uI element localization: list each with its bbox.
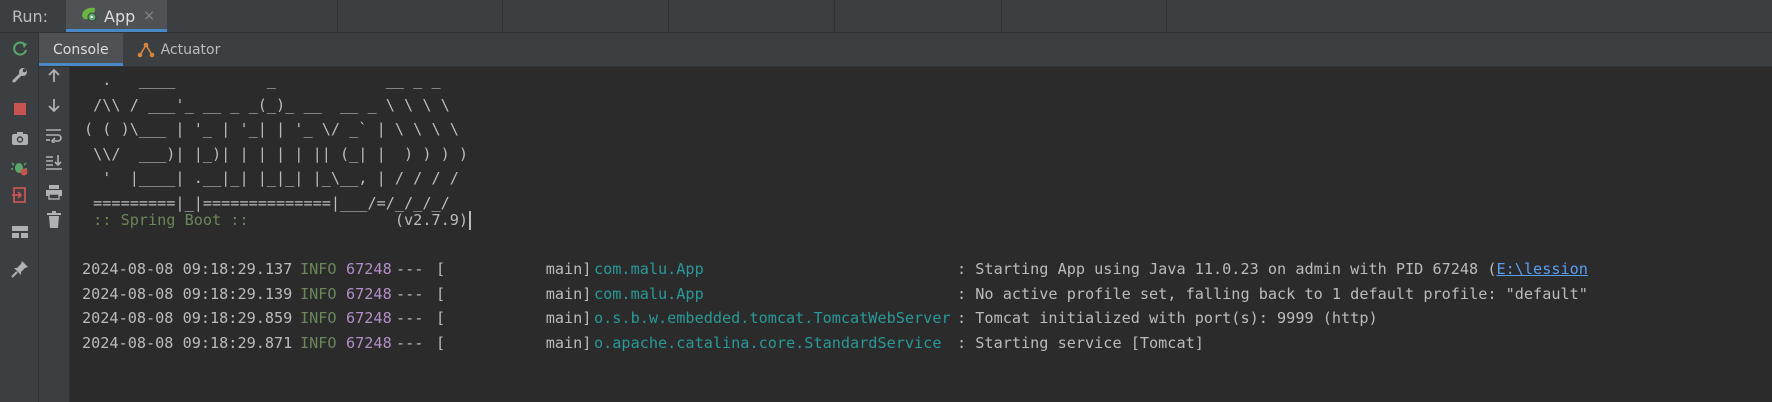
log-line: 2024-08-08 09:18:29.137 INFO 67248 --- [… (82, 257, 1772, 282)
toolbar-divider (834, 0, 835, 32)
log-separator: --- (396, 260, 424, 278)
debug-restore-icon[interactable] (8, 156, 32, 180)
spring-banner: . ____ _ __ _ _ /\\ / ___'_ __ _ _(_)_ _… (84, 71, 469, 212)
log-logger: com.malu.App (594, 260, 704, 278)
soft-wrap-icon[interactable] (42, 123, 66, 147)
spring-boot-version-line: :: Spring Boot :: (v2.7.9) (84, 208, 472, 233)
log-thread: [ main] (436, 260, 592, 278)
log-line: 2024-08-08 09:18:29.859 INFO 67248 --- [… (82, 306, 1772, 331)
log-timestamp: 2024-08-08 09:18:29.137 (82, 260, 293, 278)
camera-icon[interactable] (8, 126, 32, 150)
toolbar-divider (337, 0, 338, 32)
scroll-to-end-icon[interactable] (42, 150, 66, 174)
tab-console-label: Console (53, 41, 109, 58)
tab-actuator-label: Actuator (160, 41, 221, 58)
run-subtabs: Console Actuator (39, 33, 1772, 67)
layout-icon[interactable] (8, 220, 32, 244)
log-logger: com.malu.App (594, 284, 704, 303)
log-message: : No active profile set, falling back to… (957, 284, 1588, 303)
log-level: INFO (300, 309, 337, 327)
toolbar-divider (502, 0, 503, 32)
tab-actuator[interactable]: Actuator (123, 33, 235, 66)
log-message: : Starting App using Java 11.0.23 on adm… (957, 260, 1497, 278)
log-line: 2024-08-08 09:18:29.139 INFO 67248 --- [… (82, 282, 1772, 307)
run-tab-label: App (104, 6, 136, 26)
rerun-icon[interactable] (8, 37, 32, 61)
run-actions-toolbar (0, 33, 39, 402)
log-timestamp: 2024-08-08 09:18:29.859 (82, 309, 293, 327)
exit-icon[interactable] (8, 183, 32, 207)
log-level: INFO (300, 260, 337, 278)
close-tab-icon[interactable]: × (143, 8, 155, 24)
log-separator: --- (396, 309, 424, 327)
log-line: 2024-08-08 09:18:29.871 INFO 67248 --- [… (82, 331, 1772, 356)
log-pid: 67248 (346, 260, 392, 278)
actuator-icon (137, 42, 155, 58)
log-timestamp: 2024-08-08 09:18:29.139 (82, 284, 293, 303)
spring-boot-version: (v2.7.9) (257, 211, 469, 229)
trash-icon[interactable] (42, 208, 66, 232)
stop-icon[interactable] (8, 97, 32, 121)
log-separator: --- (396, 333, 424, 352)
log-thread: [ main] (436, 284, 592, 303)
run-tab-app[interactable]: App × (66, 0, 167, 32)
up-arrow-icon[interactable] (42, 64, 66, 88)
console-toolbar (39, 67, 70, 402)
log-logger: o.apache.catalina.core.StandardService (594, 333, 942, 352)
log-lines: 2024-08-08 09:18:29.137 INFO 67248 --- [… (82, 257, 1772, 355)
log-thread: [ main] (436, 333, 592, 352)
wrench-icon[interactable] (8, 63, 32, 87)
tab-console[interactable]: Console (39, 33, 123, 66)
log-separator: --- (396, 284, 424, 303)
log-pid: 67248 (346, 284, 392, 303)
toolbar-divider (1001, 0, 1002, 32)
log-pid: 67248 (346, 309, 392, 327)
log-level: INFO (300, 333, 337, 352)
toolbar-divider (668, 0, 669, 32)
pin-icon[interactable] (8, 257, 32, 281)
log-timestamp: 2024-08-08 09:18:29.871 (82, 333, 293, 352)
run-label: Run: (12, 6, 49, 26)
console-output[interactable]: . ____ _ __ _ _ /\\ / ___'_ __ _ _(_)_ _… (70, 67, 1772, 402)
log-logger: o.s.b.w.embedded.tomcat.TomcatWebServer (594, 309, 951, 327)
log-path-link[interactable]: E:\lession (1496, 257, 1587, 282)
active-tab-indicator (66, 29, 167, 32)
log-level: INFO (300, 284, 337, 303)
log-message: : Tomcat initialized with port(s): 9999 … (957, 309, 1378, 327)
spring-boot-label: :: Spring Boot :: (84, 211, 258, 229)
run-toolbar: Run: App × (0, 0, 1772, 33)
spring-boot-app-icon (80, 6, 98, 26)
toolbar-divider (1166, 0, 1167, 32)
log-pid: 67248 (346, 333, 392, 352)
log-thread: [ main] (436, 309, 592, 327)
text-caret (469, 211, 472, 230)
log-message: : Starting service [Tomcat] (957, 333, 1204, 352)
print-icon[interactable] (42, 180, 66, 204)
down-arrow-icon[interactable] (42, 93, 66, 117)
